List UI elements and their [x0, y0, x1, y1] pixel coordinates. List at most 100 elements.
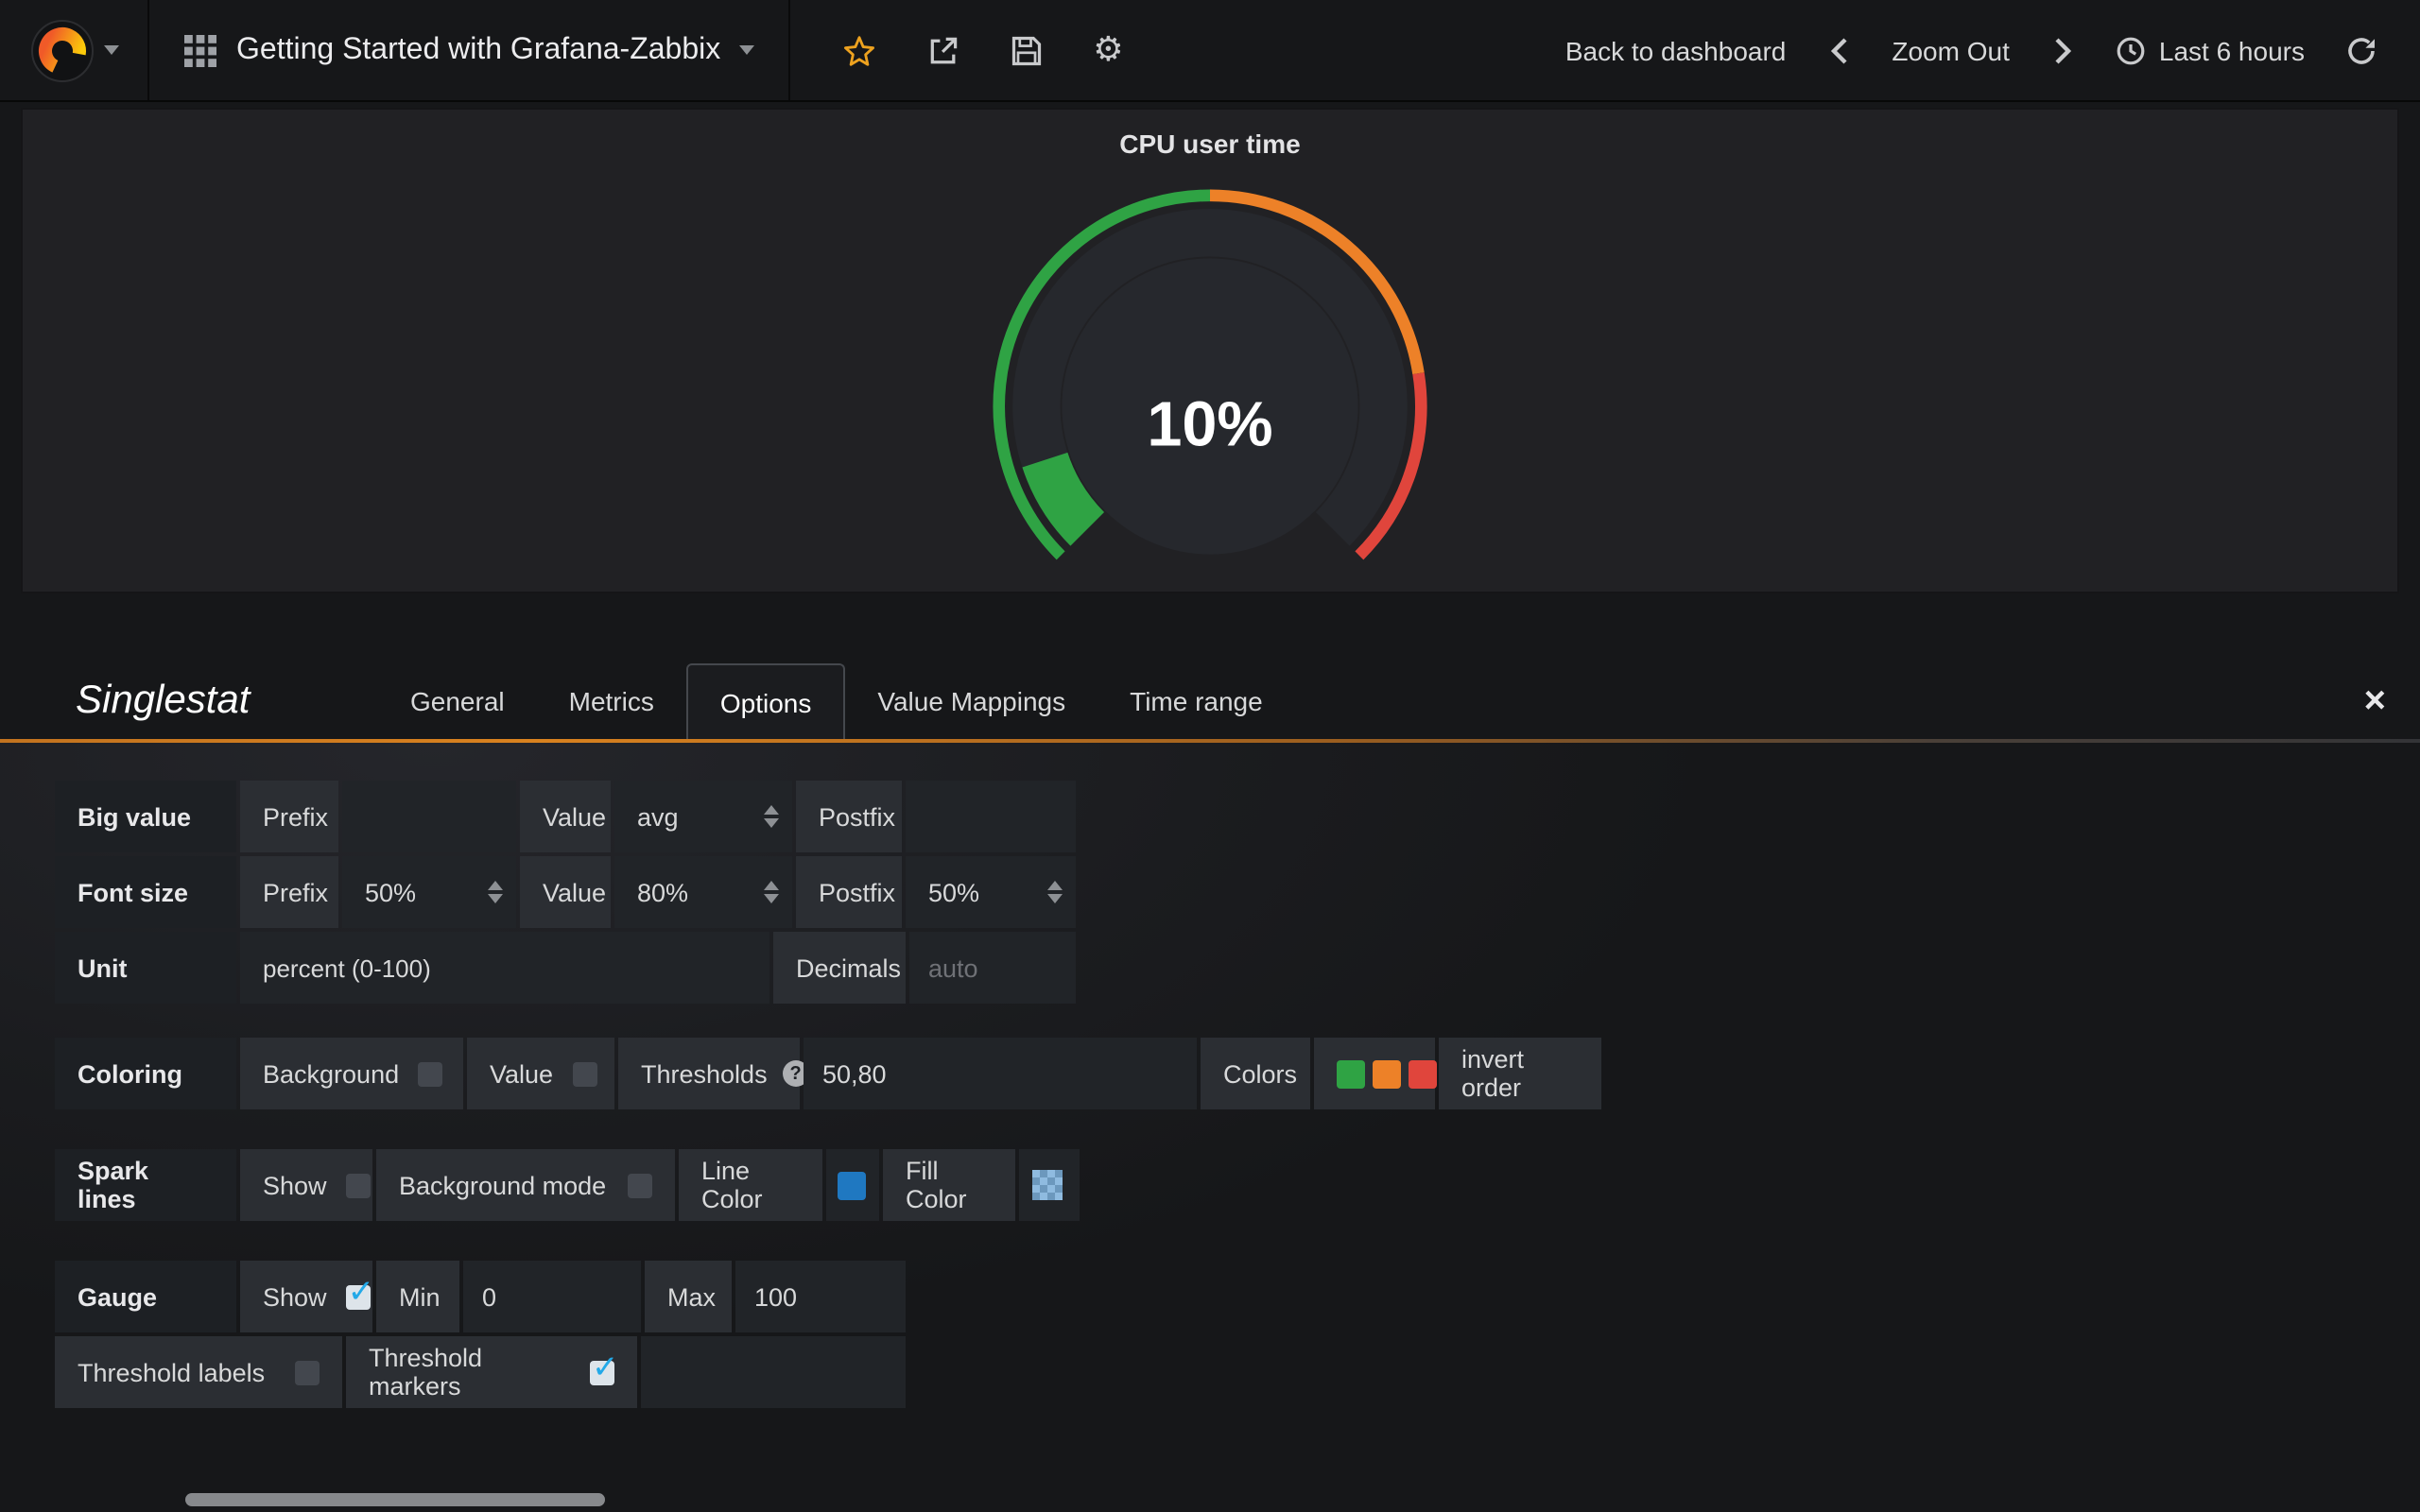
fill-color-label: Fill Color	[883, 1149, 1015, 1221]
time-shift-right-button[interactable]	[2034, 35, 2091, 65]
invert-order-button[interactable]: invert order	[1439, 1038, 1601, 1109]
chevron-right-icon	[2051, 35, 2074, 65]
font-size-section-label: Font size	[55, 856, 236, 928]
big-value-section-label: Big value	[55, 781, 236, 852]
grafana-menu-button[interactable]	[0, 0, 147, 100]
thresholds-input[interactable]	[804, 1038, 1197, 1109]
line-color-label: Line Color	[679, 1149, 822, 1221]
coloring-background-option[interactable]: Background	[240, 1038, 463, 1109]
back-to-dashboard-button[interactable]: Back to dashboard	[1541, 35, 1811, 65]
unit-row: Unit percent (0-100) Decimals	[55, 932, 2420, 1004]
navbar-right: Back to dashboard Zoom Out Last 6 hours	[1541, 0, 2420, 100]
coloring-section-label: Coloring	[55, 1038, 236, 1109]
threshold-color-3-swatch[interactable]	[1409, 1059, 1437, 1088]
time-shift-left-button[interactable]	[1810, 35, 1867, 65]
threshold-labels-option[interactable]: Threshold labels	[55, 1336, 342, 1408]
line-color-cell	[826, 1149, 879, 1221]
coloring-value-option[interactable]: Value	[467, 1038, 614, 1109]
colors-label: Colors	[1201, 1038, 1310, 1109]
max-label: Max	[645, 1261, 732, 1332]
refresh-button[interactable]	[2329, 35, 2394, 65]
options-tab-content: Big value Prefix Value avg Postfix Font …	[0, 743, 2420, 1512]
spark-lines-row: Spark lines Show Background mode Line Co…	[55, 1149, 2420, 1221]
gauge-section-label: Gauge	[55, 1261, 236, 1332]
navbar: Getting Started with Grafana-Zabbix	[0, 0, 2420, 102]
coloring-row: Coloring Background Value Thresholds ? C…	[55, 1038, 2420, 1109]
refresh-icon	[2346, 35, 2377, 65]
fill-color-swatch[interactable]	[1032, 1170, 1063, 1200]
big-value-postfix-label: Postfix	[796, 781, 902, 852]
horizontal-scrollbar-thumb[interactable]	[185, 1493, 605, 1506]
unit-section-label: Unit	[55, 932, 236, 1004]
background-mode-checkbox[interactable]	[628, 1173, 652, 1197]
gear-icon: ⚙	[1093, 30, 1123, 70]
time-picker-button[interactable]: Last 6 hours	[2091, 35, 2329, 65]
line-color-swatch[interactable]	[838, 1171, 866, 1199]
threshold-color-1-swatch[interactable]	[1337, 1059, 1365, 1088]
settings-button[interactable]: ⚙	[1068, 0, 1148, 100]
gauge-show-checkbox[interactable]	[346, 1284, 371, 1309]
fill-color-cell	[1019, 1149, 1080, 1221]
clock-icon	[2116, 35, 2146, 65]
navbar-actions: ⚙	[817, 0, 1148, 100]
tab-options[interactable]: Options	[686, 663, 846, 739]
tab-value-mappings[interactable]: Value Mappings	[845, 663, 1098, 739]
threshold-color-2-swatch[interactable]	[1373, 1059, 1401, 1088]
big-value-postfix-input[interactable]	[906, 781, 1076, 852]
font-size-prefix-select[interactable]: 50%	[342, 856, 516, 928]
editor-tabs: General Metrics Options Value Mappings T…	[378, 663, 1295, 739]
threshold-color-swatches	[1314, 1038, 1435, 1109]
spark-show-checkbox[interactable]	[346, 1173, 371, 1197]
gauge-show-option[interactable]: Show	[240, 1261, 372, 1332]
unit-picker[interactable]: percent (0-100)	[240, 932, 769, 1004]
save-icon	[1010, 33, 1044, 67]
spark-lines-show-option[interactable]: Show	[240, 1149, 372, 1221]
star-button[interactable]	[817, 0, 902, 100]
grafana-app: Getting Started with Grafana-Zabbix	[0, 0, 2420, 1512]
singlestat-panel: CPU user time 10%	[21, 108, 2399, 593]
gauge-value: 10%	[1147, 389, 1272, 459]
max-input[interactable]	[735, 1261, 906, 1332]
tab-metrics[interactable]: Metrics	[537, 663, 686, 739]
big-value-prefix-label: Prefix	[240, 781, 338, 852]
panel-title[interactable]: CPU user time	[23, 110, 2397, 168]
font-size-postfix-label: Postfix	[796, 856, 902, 928]
spinner-icon	[1047, 881, 1063, 903]
decimals-input[interactable]	[909, 932, 1076, 1004]
big-value-row: Big value Prefix Value avg Postfix	[55, 781, 2420, 852]
background-mode-option[interactable]: Background mode	[376, 1149, 675, 1221]
min-label: Min	[376, 1261, 459, 1332]
share-button[interactable]	[902, 0, 985, 100]
star-icon	[841, 33, 877, 67]
font-size-value-select[interactable]: 80%	[614, 856, 792, 928]
time-range-label: Last 6 hours	[2159, 35, 2305, 65]
background-checkbox[interactable]	[418, 1061, 442, 1086]
dashboard-grid-icon	[183, 33, 217, 67]
dashboard-title-button[interactable]: Getting Started with Grafana-Zabbix	[147, 0, 790, 100]
font-size-postfix-select[interactable]: 50%	[906, 856, 1076, 928]
font-size-value-label: Value	[520, 856, 611, 928]
thresholds-label: Thresholds ?	[618, 1038, 800, 1109]
spinner-icon	[488, 881, 503, 903]
threshold-labels-checkbox[interactable]	[295, 1360, 320, 1384]
zoom-out-button[interactable]: Zoom Out	[1867, 35, 2034, 65]
threshold-markers-checkbox[interactable]	[590, 1360, 614, 1384]
chevron-left-icon	[1827, 35, 1850, 65]
share-icon	[926, 33, 960, 67]
value-checkbox[interactable]	[572, 1061, 596, 1086]
tab-general[interactable]: General	[378, 663, 537, 739]
editor-panel-type: Singlestat	[76, 663, 378, 739]
empty-cell	[641, 1336, 906, 1408]
tab-time-range[interactable]: Time range	[1098, 663, 1295, 739]
close-editor-button[interactable]: ×	[2364, 663, 2386, 739]
close-icon: ×	[2364, 679, 2386, 723]
gauge-row: Gauge Show Min Max	[55, 1261, 2420, 1332]
panel-editor: Singlestat General Metrics Options Value…	[0, 663, 2420, 1512]
big-value-stat-select[interactable]: avg	[614, 781, 792, 852]
min-input[interactable]	[463, 1261, 641, 1332]
editor-header: Singlestat General Metrics Options Value…	[0, 663, 2420, 739]
spinner-icon	[764, 881, 779, 903]
threshold-markers-option[interactable]: Threshold markers	[346, 1336, 637, 1408]
save-button[interactable]	[985, 0, 1068, 100]
big-value-prefix-input[interactable]	[342, 781, 516, 852]
